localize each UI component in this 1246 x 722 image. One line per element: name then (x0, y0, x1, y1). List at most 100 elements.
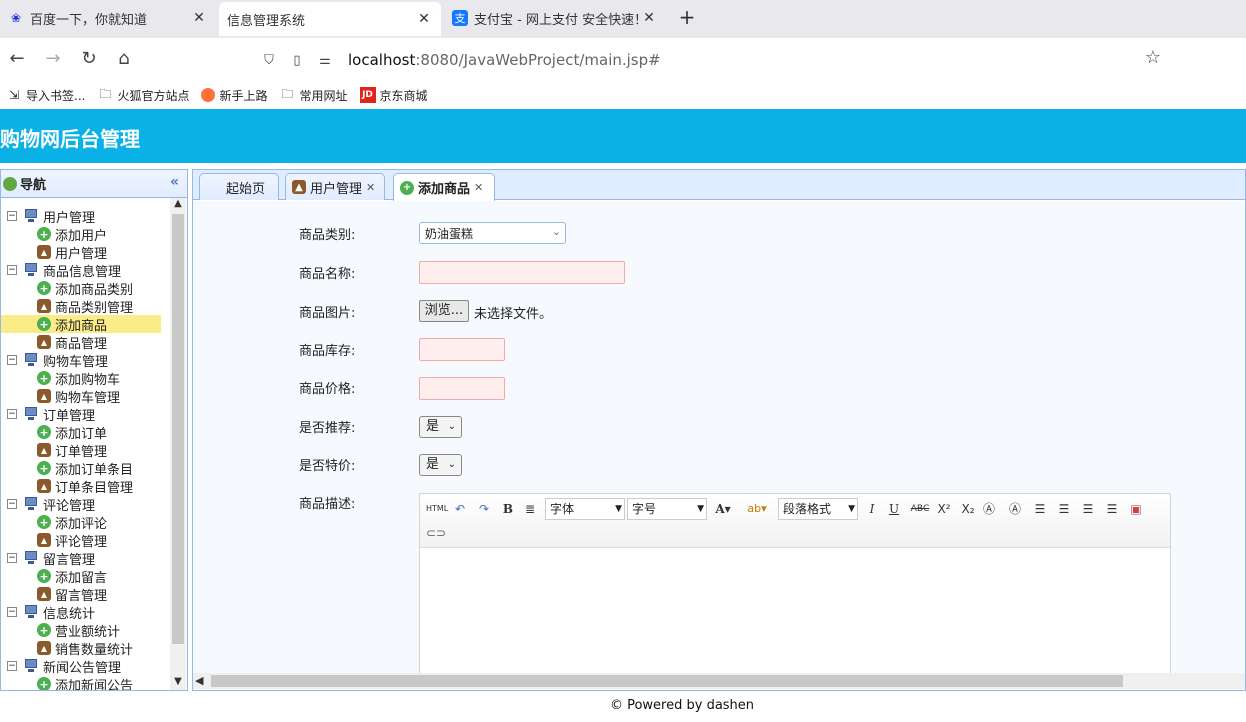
font-size-select[interactable]: 字号 ▼ (627, 498, 707, 520)
tree-item[interactable]: + 添加商品类别 (1, 279, 161, 298)
back-arrow-icon[interactable]: ← (6, 48, 28, 70)
collapse-toggle-icon[interactable]: − (7, 265, 17, 275)
format-icon[interactable]: ≣ (522, 500, 538, 518)
tree-item[interactable]: ▲ 商品管理 (1, 333, 161, 352)
tree-item[interactable]: ▲ 订单条目管理 (1, 477, 161, 496)
browser-tab-baidu[interactable]: ❀ 百度一下，你就知道 ✕ (0, 0, 216, 36)
tree-group[interactable]: − 购物车管理 (7, 351, 167, 370)
tree-group[interactable]: − 用户管理 (7, 207, 167, 226)
collapse-icon[interactable]: « (170, 174, 179, 190)
tab-home[interactable]: 起始页 (199, 173, 279, 200)
close-tab-icon[interactable]: ✕ (417, 11, 431, 27)
tree-item[interactable]: ▲ 购物车管理 (1, 387, 161, 406)
tab-add-product[interactable]: + 添加商品 ✕ (393, 173, 495, 201)
sidebar-scrollbar[interactable]: ▲ ▼ (170, 198, 186, 690)
scroll-down-icon[interactable]: ▼ (170, 676, 186, 690)
collapse-toggle-icon[interactable]: − (7, 553, 17, 563)
italic-button[interactable]: I (864, 500, 880, 518)
font-family-select[interactable]: 字体 ▼ (545, 498, 625, 520)
justify-icon[interactable]: ☰ (1104, 500, 1120, 518)
browse-button[interactable]: 浏览... (419, 300, 469, 322)
permissions-icon[interactable]: ⚌ (316, 53, 334, 68)
tree-item[interactable]: + 添加购物车 (1, 369, 161, 388)
collapse-toggle-icon[interactable]: − (7, 211, 17, 221)
collapse-toggle-icon[interactable]: − (7, 355, 17, 365)
tree-item[interactable]: ▲ 商品类别管理 (1, 297, 161, 316)
bookmark-firefox-site[interactable]: 🗀 火狐官方站点 (97, 87, 189, 104)
insert-image-icon[interactable]: ▣ (1128, 500, 1144, 518)
forward-arrow-icon[interactable]: → (42, 48, 64, 70)
bookmark-getting-started[interactable]: 新手上路 (201, 87, 267, 104)
tree-item[interactable]: + 添加用户 (1, 225, 161, 244)
strikethrough-button[interactable]: ABC (909, 500, 931, 518)
collapse-toggle-icon[interactable]: − (7, 607, 17, 617)
clear-format-icon[interactable]: Ⓐ (981, 500, 997, 518)
category-select[interactable]: 奶油蛋糕 ⌄ (419, 222, 566, 244)
tree-item[interactable]: + 添加商品 (1, 315, 161, 334)
scroll-up-icon[interactable]: ▲ (170, 198, 186, 212)
subscript-button[interactable]: X₂ (958, 500, 978, 518)
tree-group[interactable]: − 商品信息管理 (7, 261, 167, 280)
close-tab-icon[interactable]: ✕ (474, 181, 483, 194)
tree-item[interactable]: + 添加留言 (1, 567, 161, 586)
shield-icon[interactable]: ⛉ (260, 53, 278, 68)
align-left-icon[interactable]: ☰ (1032, 500, 1048, 518)
close-tab-icon[interactable]: ✕ (642, 10, 656, 26)
html-source-button[interactable]: HTML (426, 500, 448, 518)
scroll-left-icon[interactable]: ◀ (195, 673, 203, 689)
tree-group[interactable]: − 留言管理 (7, 549, 167, 568)
underline-button[interactable]: U (886, 500, 902, 518)
tree-group[interactable]: − 订单管理 (7, 405, 167, 424)
tree-group[interactable]: − 评论管理 (7, 495, 167, 514)
recommend-select[interactable]: 是 ⌄ (419, 416, 462, 438)
bold-button[interactable]: B (500, 500, 516, 518)
bookmark-jd[interactable]: JD 京东商城 (359, 87, 428, 104)
superscript-button[interactable]: X² (934, 500, 954, 518)
stock-input[interactable] (419, 338, 505, 361)
content-scrollbar[interactable]: ◀ (193, 673, 1245, 689)
browser-tab-info-system[interactable]: 信息管理系统 ✕ (219, 2, 441, 36)
url-text[interactable]: localhost:8080/JavaWebProject/main.jsp# (348, 51, 661, 69)
collapse-toggle-icon[interactable]: − (7, 409, 17, 419)
address-bar[interactable]: ⛉ ▯ ⚌ localhost:8080/JavaWebProject/main… (250, 43, 1180, 77)
collapse-toggle-icon[interactable]: − (7, 661, 17, 671)
font-color-button[interactable]: A▾ (712, 500, 734, 518)
editor-body[interactable] (420, 548, 1170, 673)
collapse-toggle-icon[interactable]: − (7, 499, 17, 509)
bookmark-star-icon[interactable]: ☆ (1142, 47, 1164, 68)
close-tab-icon[interactable]: ✕ (192, 10, 206, 26)
tree-item[interactable]: ▲ 订单管理 (1, 441, 161, 460)
scrollbar-thumb[interactable] (211, 675, 1123, 687)
highlight-color-icon[interactable]: ab▾ (742, 500, 772, 518)
bookmark-import[interactable]: ⇲ 导入书签... (6, 87, 85, 104)
tree-item[interactable]: + 添加新闻公告 (1, 675, 161, 690)
tree-item[interactable]: + 添加订单 (1, 423, 161, 442)
tree-item[interactable]: ▲ 评论管理 (1, 531, 161, 550)
browser-tab-alipay[interactable]: 支 支付宝 - 网上支付 安全快速！ ✕ (444, 0, 666, 36)
link-icon[interactable]: ⊂⊃ (426, 524, 446, 542)
product-name-input[interactable] (419, 261, 625, 284)
special-select[interactable]: 是 ⌄ (419, 454, 462, 476)
tree-item[interactable]: + 营业额统计 (1, 621, 161, 640)
bookmark-common-sites[interactable]: 🗀 常用网址 (279, 87, 347, 104)
tree-item[interactable]: ▲ 用户管理 (1, 243, 161, 262)
tree-group[interactable]: − 信息统计 (7, 603, 167, 622)
paragraph-format-select[interactable]: 段落格式 ▼ (778, 498, 858, 520)
tree-item[interactable]: + 添加评论 (1, 513, 161, 532)
redo-icon[interactable]: ↷ (476, 500, 492, 518)
align-right-icon[interactable]: ☰ (1056, 500, 1072, 518)
price-input[interactable] (419, 377, 505, 400)
home-icon[interactable]: ⌂ (113, 48, 135, 70)
new-tab-button[interactable]: + (676, 6, 698, 28)
tree-item[interactable]: + 添加订单条目 (1, 459, 161, 478)
format-painter-icon[interactable]: Ⓐ (1007, 500, 1023, 518)
tree-item[interactable]: ▲ 留言管理 (1, 585, 161, 604)
reload-icon[interactable]: ↻ (78, 48, 100, 70)
close-tab-icon[interactable]: ✕ (366, 181, 375, 194)
tab-user-management[interactable]: ▲ 用户管理 ✕ (285, 173, 385, 200)
align-center-icon[interactable]: ☰ (1080, 500, 1096, 518)
tree-group[interactable]: − 新闻公告管理 (7, 657, 167, 676)
undo-icon[interactable]: ↶ (452, 500, 468, 518)
scrollbar-thumb[interactable] (172, 214, 184, 644)
tree-item[interactable]: ▲ 销售数量统计 (1, 639, 161, 658)
